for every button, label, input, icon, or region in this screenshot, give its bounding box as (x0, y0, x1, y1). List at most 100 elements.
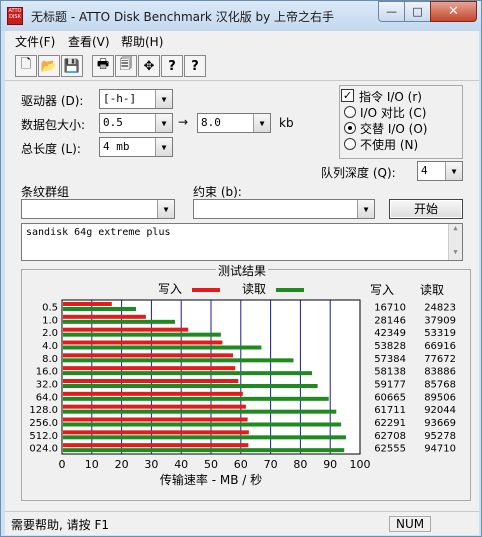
chevron-down-icon[interactable]: ▼ (445, 162, 462, 180)
write-bar (63, 366, 236, 371)
x-tick-label: 10 (85, 458, 99, 471)
x-tick-label: 90 (323, 458, 337, 471)
write-value: 62555 (374, 444, 406, 455)
description-text: sandisk 64g extreme plus (26, 227, 171, 238)
stripe-group-label: 条纹群组 (21, 185, 70, 199)
stripe-group-select[interactable]: ▼ (21, 199, 175, 219)
transfer-size-from-select[interactable]: 0.5 ▼ (99, 113, 173, 133)
chevron-down-icon[interactable]: ▼ (155, 114, 172, 132)
print-preview-icon[interactable]: 🗐 (115, 55, 137, 77)
x-tick-label: 80 (293, 458, 307, 471)
open-folder-icon[interactable]: 📂 (38, 55, 60, 77)
read-bar (63, 307, 136, 311)
context-help-icon[interactable]: ? (184, 55, 206, 77)
new-file-icon[interactable]: 🗋 (15, 55, 37, 77)
read-bar (63, 435, 346, 440)
x-tick-label: 100 (350, 458, 371, 471)
write-value: 58138 (374, 367, 406, 378)
atto-app-icon: ATTO DISK (7, 7, 23, 25)
io-compare-label: I/O 对比 (C) (360, 106, 427, 120)
write-bar (63, 327, 189, 332)
read-bar (63, 384, 318, 388)
write-value: 28146 (374, 315, 406, 326)
x-axis-title: 传输速率 - MB / 秒 (160, 472, 262, 487)
read-value: 53319 (424, 328, 456, 339)
transfer-size-to-select[interactable]: 8.0 ▼ (197, 113, 271, 133)
write-bar (63, 353, 234, 358)
overlapped-io-radio[interactable] (344, 122, 356, 134)
constraint-select[interactable]: ▼ (193, 199, 375, 219)
chevron-down-icon[interactable]: ▼ (357, 200, 374, 218)
y-category-label: 64.0 (36, 392, 58, 403)
start-button[interactable]: 开始 (389, 199, 463, 219)
x-tick-label: 40 (174, 458, 188, 471)
write-bar (63, 430, 249, 435)
arrow-right-icon: → (178, 115, 189, 129)
y-category-label: 4.0 (42, 341, 58, 352)
description-textarea[interactable]: sandisk 64g extreme plus ▲ ▼ (21, 223, 463, 261)
y-category-label: 0.5 (42, 302, 58, 313)
results-chart: 0 10 20 30 40 50 60 70 80 90 100 0.5 16710 24823 1.0 28… (29, 299, 456, 487)
y-category-label: 32.0 (36, 379, 58, 390)
drive-select[interactable]: [-h-] ▼ (99, 89, 173, 109)
read-value: 37909 (424, 315, 456, 326)
queue-depth-value: 4 (421, 164, 428, 177)
read-bar (63, 332, 221, 337)
total-length-select[interactable]: 4 mb ▼ (99, 137, 173, 157)
write-bar (63, 391, 243, 396)
neither-label: 不使用 (N) (360, 138, 419, 152)
close-button[interactable]: ✕ (430, 1, 477, 22)
write-bar (63, 417, 248, 422)
menu-bar: 文件(F) 查看(V) 帮助(H) (5, 31, 479, 51)
menu-view[interactable]: 查看(V) (68, 33, 110, 50)
write-bar (63, 404, 246, 409)
drive-label: 驱动器 (D): (21, 94, 84, 108)
chevron-down-icon[interactable]: ▼ (157, 200, 174, 218)
read-value: 24823 (424, 302, 456, 313)
x-tick-label: 50 (204, 458, 218, 471)
write-value: 62708 (374, 431, 406, 442)
menu-help[interactable]: 帮助(H) (121, 33, 163, 50)
read-value: 77672 (424, 354, 456, 365)
description-scrollbar[interactable]: ▲ ▼ (448, 224, 462, 260)
write-value: 42349 (374, 328, 406, 339)
total-length-label: 总长度 (L): (21, 142, 81, 156)
read-value: 95278 (424, 431, 456, 442)
chevron-down-icon[interactable]: ▼ (253, 114, 270, 132)
move-icon[interactable]: ✥ (138, 55, 160, 77)
window-title: 无标题 - ATTO Disk Benchmark 汉化版 by 上帝之右手 (31, 10, 335, 24)
maximize-button[interactable]: □ (404, 1, 431, 22)
transfer-size-from-value: 0.5 (103, 116, 123, 129)
print-icon[interactable]: 🖶 (92, 55, 114, 77)
chevron-down-icon[interactable]: ▼ (155, 138, 172, 156)
write-value: 57384 (374, 354, 406, 365)
menu-file[interactable]: 文件(F) (15, 33, 55, 50)
read-value: 92044 (424, 405, 456, 416)
transfer-size-unit: kb (279, 116, 294, 130)
x-tick-label: 30 (144, 458, 158, 471)
read-value: 94710 (424, 444, 456, 455)
queue-depth-select[interactable]: 4 ▼ (417, 161, 463, 181)
read-bar (63, 358, 294, 363)
chevron-down-icon[interactable]: ▼ (155, 90, 172, 108)
io-compare-radio[interactable] (344, 106, 356, 118)
queue-depth-label: 队列深度 (Q): (321, 166, 396, 180)
title-bar[interactable]: ATTO DISK 无标题 - ATTO Disk Benchmark 汉化版 … (1, 1, 481, 31)
minimize-button[interactable]: — (378, 1, 405, 22)
y-category-label: 512.0 (29, 431, 58, 442)
transfer-size-label: 数据包大小: (21, 118, 86, 132)
neither-radio[interactable] (344, 138, 356, 150)
save-disk-icon[interactable]: 💾 (61, 55, 83, 77)
read-value: 66916 (424, 341, 456, 352)
read-bar (63, 448, 345, 453)
help-icon[interactable]: ? (161, 55, 183, 77)
write-bar (63, 340, 223, 345)
write-value: 53828 (374, 341, 406, 352)
y-category-label: 128.0 (29, 405, 58, 416)
constraint-label: 约束 (b): (193, 185, 242, 199)
y-category-label: 256.0 (29, 418, 58, 429)
y-category-label: 024.0 (29, 444, 58, 455)
read-value: 89506 (424, 392, 456, 403)
read-bar (63, 345, 262, 350)
write-bar (63, 443, 249, 448)
